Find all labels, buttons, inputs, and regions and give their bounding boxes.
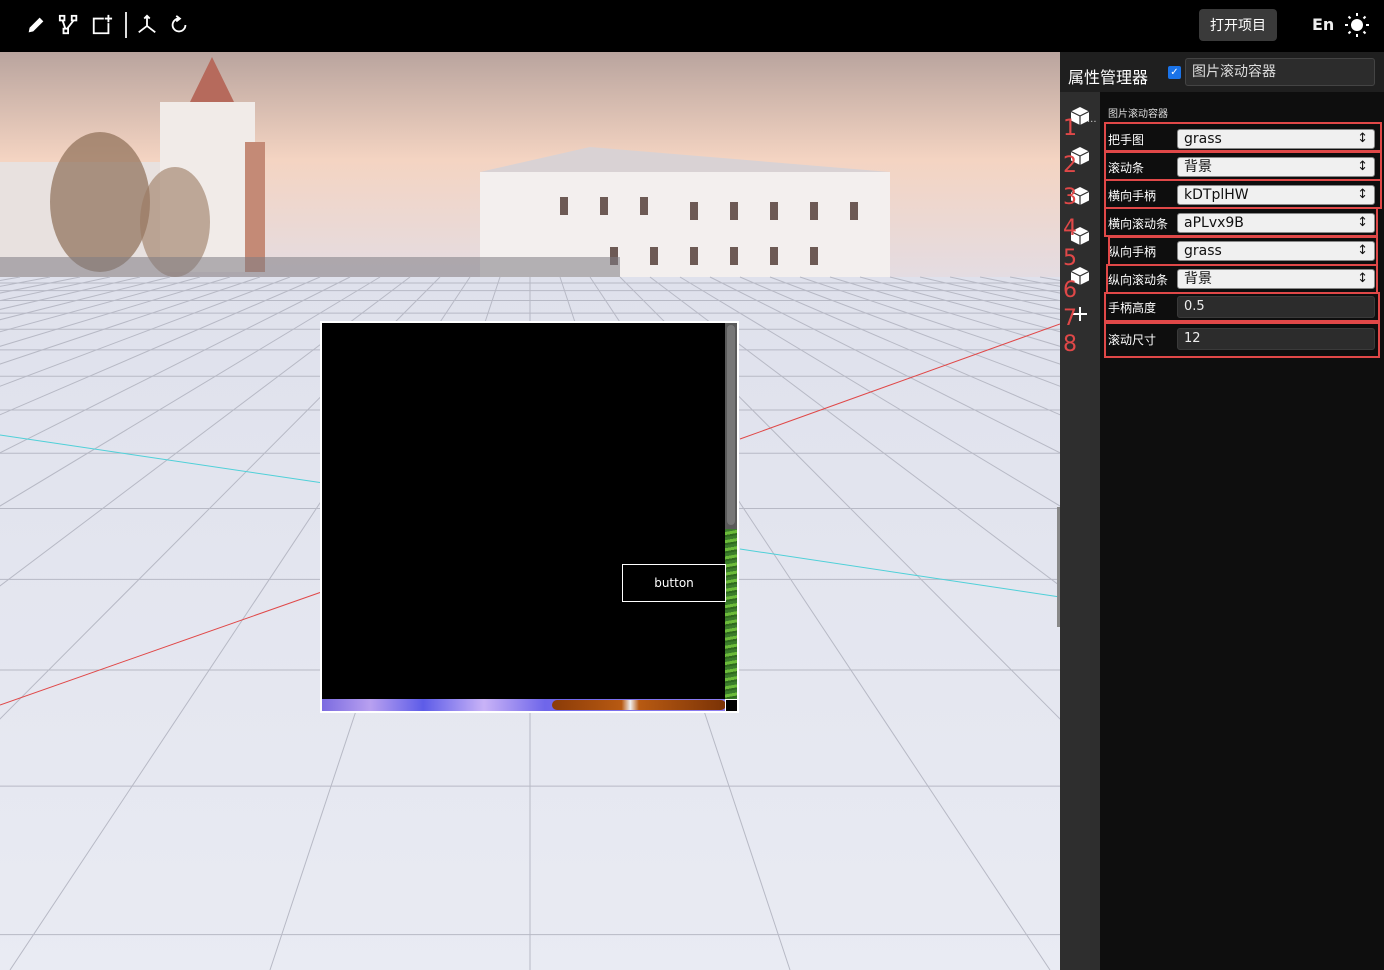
- panel-title: 属性管理器: [1068, 68, 1149, 87]
- image-scroll-container[interactable]: button: [320, 321, 739, 713]
- highlight-box: [1104, 179, 1382, 209]
- highlight-box: [1106, 264, 1378, 294]
- scroll-corner: [725, 699, 737, 711]
- highlight-box: [1104, 292, 1380, 322]
- annotation-number: 5: [1063, 246, 1077, 271]
- enable-checkbox[interactable]: ✓: [1168, 66, 1181, 79]
- vertical-scroll-thumb[interactable]: [727, 325, 735, 525]
- scene-viewport[interactable]: button: [0, 52, 1060, 970]
- toolbar-separator: [125, 12, 127, 38]
- language-toggle[interactable]: En: [1312, 15, 1334, 34]
- annotation-number: 8: [1063, 332, 1077, 357]
- highlight-box: [1104, 122, 1382, 152]
- component-name-input[interactable]: 图片滚动容器: [1185, 58, 1375, 86]
- pencil-icon[interactable]: [24, 12, 48, 38]
- vertical-scroll-handle[interactable]: [725, 529, 737, 701]
- scroll-content-button[interactable]: button: [622, 564, 726, 602]
- add-node-icon[interactable]: [90, 12, 114, 38]
- refresh-icon[interactable]: [167, 12, 191, 38]
- axis-icon[interactable]: [135, 12, 159, 38]
- annotation-number: 2: [1063, 153, 1077, 178]
- highlight-box: [1104, 151, 1382, 181]
- section-title: 图片滚动容器: [1108, 109, 1168, 120]
- annotation-number: 1: [1063, 116, 1077, 141]
- top-toolbar: 打开项目 En: [0, 0, 1384, 52]
- annotation-number: 4: [1063, 216, 1077, 241]
- more-indicator: ...: [1087, 114, 1097, 125]
- horizontal-scroll-handle[interactable]: [552, 700, 726, 710]
- annotation-number: 3: [1063, 185, 1077, 210]
- panel-header: 属性管理器 ✓ 图片滚动容器: [1060, 52, 1384, 92]
- highlight-box: [1108, 236, 1378, 266]
- vector-edit-icon[interactable]: [57, 12, 81, 38]
- highlight-box: [1104, 322, 1380, 358]
- annotation-number: 7: [1063, 306, 1077, 331]
- open-project-button[interactable]: 打开项目: [1199, 9, 1277, 41]
- sun-icon[interactable]: [1344, 12, 1370, 38]
- highlight-box: [1104, 207, 1378, 237]
- annotation-number: 6: [1063, 278, 1077, 303]
